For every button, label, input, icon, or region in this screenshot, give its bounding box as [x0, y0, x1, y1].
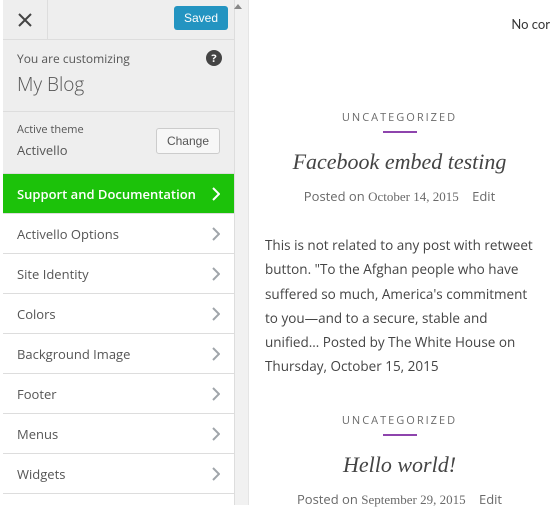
- category-underline: [383, 434, 417, 436]
- chevron-right-icon: [212, 307, 220, 321]
- chevron-right-icon: [212, 267, 220, 281]
- saved-button[interactable]: Saved: [174, 6, 228, 30]
- theme-name: Activello: [17, 141, 84, 159]
- menu-item-0[interactable]: Support and Documentation: [3, 174, 234, 214]
- menu-item-label: Menus: [17, 425, 58, 443]
- chevron-right-icon: [212, 227, 220, 241]
- post-meta: Posted on September 29, 2015 Edit: [261, 490, 538, 508]
- edit-link[interactable]: Edit: [479, 490, 502, 508]
- post-excerpt: This is not related to any post with ret…: [261, 233, 538, 379]
- topbar: Saved: [3, 0, 234, 40]
- menu-item-label: Footer: [17, 385, 57, 403]
- post: UNCATEGORIZED Hello world! Posted on Sep…: [261, 413, 538, 508]
- menu-item-label: Support and Documentation: [17, 185, 196, 203]
- site-title: My Blog: [17, 71, 220, 97]
- menu-item-8[interactable]: Static Front Page: [3, 494, 234, 505]
- preview-pane: No cor UNCATEGORIZED Facebook embed test…: [249, 0, 550, 505]
- edit-link[interactable]: Edit: [472, 187, 495, 205]
- posted-label: Posted on: [304, 187, 365, 205]
- chevron-right-icon: [212, 347, 220, 361]
- menu-item-label: Background Image: [17, 345, 130, 363]
- close-icon: [18, 13, 32, 27]
- menu-item-1[interactable]: Activello Options: [3, 214, 234, 254]
- chevron-right-icon: [212, 387, 220, 401]
- customizer-menu: Support and Documentation Activello Optio…: [3, 174, 234, 505]
- menu-item-label: Site Identity: [17, 265, 89, 283]
- post-date[interactable]: October 14, 2015: [368, 189, 459, 204]
- menu-item-label: Activello Options: [17, 225, 119, 243]
- customizing-label: You are customizing: [17, 50, 220, 67]
- sidebar-scrollbar[interactable]: [235, 0, 249, 505]
- menu-item-3[interactable]: Colors: [3, 294, 234, 334]
- category-underline: [383, 131, 417, 133]
- posted-label: Posted on: [297, 490, 358, 508]
- corner-text: No cor: [511, 16, 550, 32]
- post-category[interactable]: UNCATEGORIZED: [261, 413, 538, 428]
- menu-item-label: Widgets: [17, 465, 65, 483]
- menu-item-label: Colors: [17, 305, 56, 323]
- theme-panel: Active theme Activello Change: [3, 112, 234, 174]
- post-title[interactable]: Hello world!: [261, 452, 538, 478]
- close-button[interactable]: [3, 0, 48, 40]
- menu-item-6[interactable]: Menus: [3, 414, 234, 454]
- menu-item-4[interactable]: Background Image: [3, 334, 234, 374]
- post: UNCATEGORIZED Facebook embed testing Pos…: [261, 110, 538, 379]
- customizer-sidebar: Saved You are customizing My Blog ? Acti…: [3, 0, 235, 505]
- chevron-right-icon: [212, 467, 220, 481]
- info-panel: You are customizing My Blog ?: [3, 40, 234, 112]
- menu-item-7[interactable]: Widgets: [3, 454, 234, 494]
- help-icon[interactable]: ?: [206, 50, 222, 66]
- menu-item-5[interactable]: Footer: [3, 374, 234, 414]
- chevron-right-icon: [212, 187, 220, 201]
- change-theme-button[interactable]: Change: [156, 128, 220, 154]
- active-theme-label: Active theme: [17, 122, 84, 137]
- post-meta: Posted on October 14, 2015 Edit: [261, 187, 538, 205]
- post-category[interactable]: UNCATEGORIZED: [261, 110, 538, 125]
- post-title[interactable]: Facebook embed testing: [261, 149, 538, 175]
- chevron-right-icon: [212, 427, 220, 441]
- menu-item-2[interactable]: Site Identity: [3, 254, 234, 294]
